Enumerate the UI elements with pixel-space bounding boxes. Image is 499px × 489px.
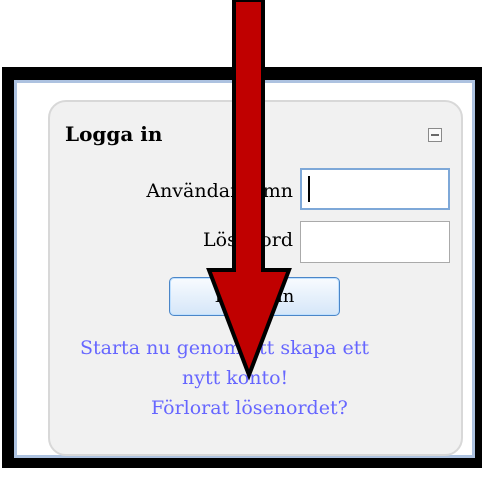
collapse-minus-icon[interactable] (428, 128, 442, 142)
create-account-link-line-1[interactable]: Starta nu genom att skapa ett (80, 337, 369, 359)
text-caret (308, 176, 310, 202)
password-field[interactable] (300, 221, 450, 263)
password-label: Lösenord (203, 229, 293, 251)
forgot-password-link[interactable]: Förlorat lösenordet? (151, 397, 348, 419)
create-account-link-line-2[interactable]: nytt konto! (182, 367, 288, 389)
username-label: Användarnamn (146, 180, 293, 202)
screenshot-stage: Logga in Användarnamn Lösenord Logga in … (0, 0, 499, 489)
username-field[interactable] (300, 168, 450, 210)
login-title: Logga in (65, 122, 163, 146)
login-button[interactable]: Logga in (169, 277, 340, 316)
